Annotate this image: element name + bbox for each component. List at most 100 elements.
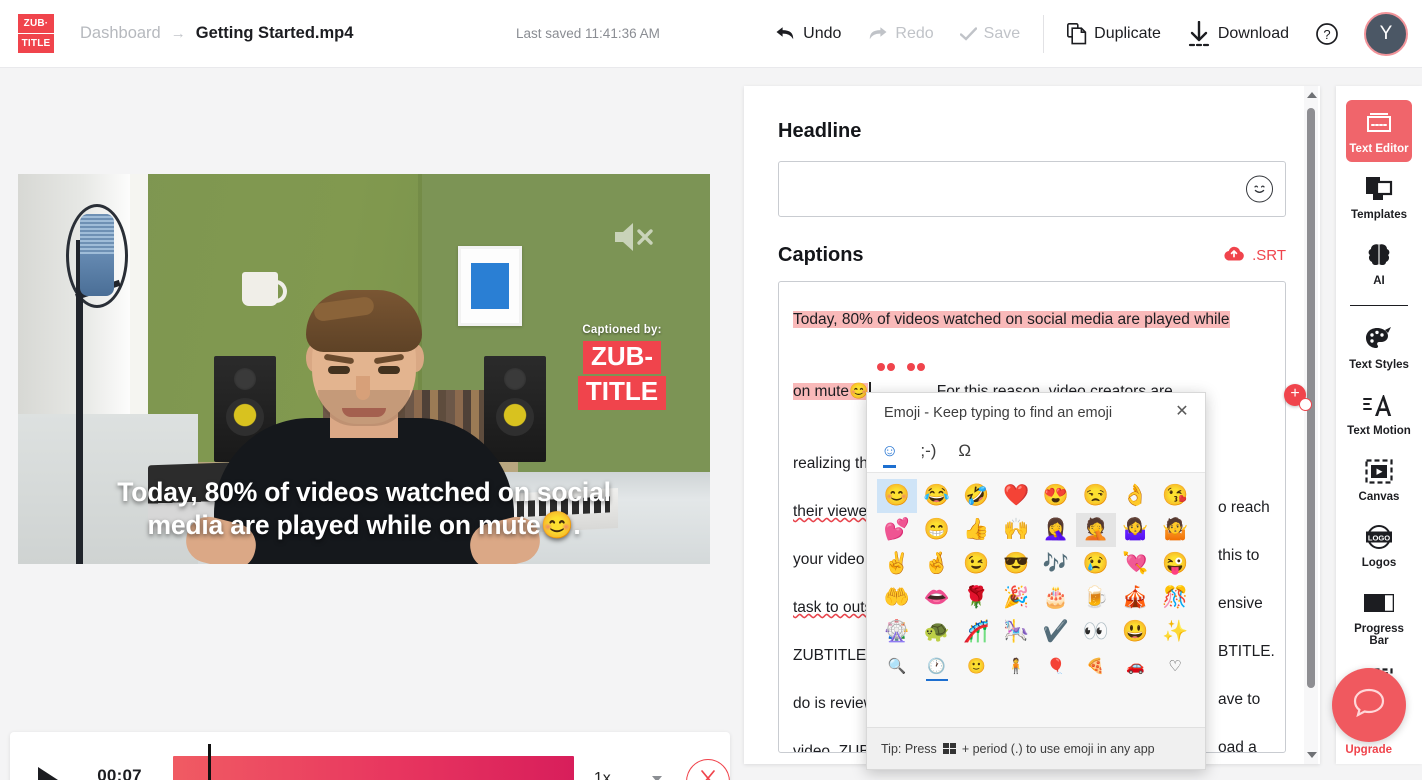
- panel-scrollbar[interactable]: [1304, 86, 1318, 764]
- emoji-item[interactable]: 😁: [917, 513, 957, 547]
- sidebar-item-text-styles[interactable]: Text Styles: [1346, 316, 1412, 378]
- category-symbols-icon[interactable]: ♡: [1155, 651, 1195, 681]
- emoji-item[interactable]: 🌹: [957, 581, 997, 615]
- emoji-item[interactable]: 🎪: [1116, 581, 1156, 615]
- emoji-item[interactable]: 🎠: [996, 615, 1036, 649]
- emoji-item[interactable]: 😉: [957, 547, 997, 581]
- tab-symbols[interactable]: Ω: [958, 441, 971, 465]
- emoji-item[interactable]: 😎: [996, 547, 1036, 581]
- play-button[interactable]: [36, 766, 60, 780]
- emoji-item[interactable]: 🎶: [1036, 547, 1076, 581]
- toolbar-divider: [1043, 14, 1045, 53]
- sidebar-item-ai[interactable]: AI: [1346, 232, 1412, 294]
- category-people-icon[interactable]: 🧍: [996, 651, 1036, 681]
- download-button[interactable]: Download: [1174, 14, 1302, 54]
- category-smileys-icon[interactable]: 🙂: [957, 651, 997, 681]
- emoji-picker-button[interactable]: [1246, 175, 1273, 203]
- sidebar-item-text-editor[interactable]: Text Editor: [1346, 100, 1412, 162]
- breadcrumb-arrow-icon: →: [170, 25, 186, 42]
- emoji-picker-tip: Tip: Press + period (.) to use emoji in …: [867, 727, 1205, 769]
- help-button[interactable]: ?: [1302, 14, 1352, 54]
- support-chat-button[interactable]: [1332, 668, 1406, 742]
- emoji-item[interactable]: 😘: [1155, 479, 1195, 513]
- breadcrumb-dashboard-link[interactable]: Dashboard: [80, 24, 161, 43]
- sidebar-label: Text Editor: [1349, 143, 1409, 155]
- close-icon[interactable]: ✕: [1171, 401, 1193, 423]
- emoji-item[interactable]: 👍: [957, 513, 997, 547]
- trim-button[interactable]: [685, 759, 730, 780]
- timeline-track[interactable]: [173, 744, 574, 780]
- breadcrumb-filename[interactable]: Getting Started.mp4: [196, 24, 354, 43]
- scroll-down-arrow-icon[interactable]: [1307, 752, 1317, 758]
- category-recent-icon[interactable]: 🕐: [917, 651, 957, 681]
- emoji-item[interactable]: 😃: [1116, 615, 1156, 649]
- emoji-item[interactable]: 😍: [1036, 479, 1076, 513]
- duplicate-button[interactable]: Duplicate: [1054, 14, 1174, 54]
- emoji-item[interactable]: 🙌: [996, 513, 1036, 547]
- emoji-item[interactable]: ✔️: [1036, 615, 1076, 649]
- time-display: 00:07 00:00-01:18: [78, 766, 161, 780]
- emoji-item[interactable]: 🎂: [1036, 581, 1076, 615]
- emoji-item[interactable]: 🎢: [957, 615, 997, 649]
- emoji-item[interactable]: 🤲: [877, 581, 917, 615]
- sidebar-item-canvas[interactable]: Canvas: [1346, 448, 1412, 510]
- mute-icon[interactable]: [612, 220, 656, 259]
- emoji-item[interactable]: 😢: [1076, 547, 1116, 581]
- emoji-item[interactable]: 👀: [1076, 615, 1116, 649]
- redo-button[interactable]: Redo: [854, 14, 946, 54]
- emoji-item[interactable]: 🤷: [1155, 513, 1195, 547]
- category-search-icon[interactable]: 🔍: [877, 651, 917, 681]
- tab-kaomoji[interactable]: ;-): [920, 441, 936, 465]
- upload-srt-button[interactable]: .SRT: [1223, 245, 1286, 266]
- sidebar-item-text-motion[interactable]: Text Motion: [1346, 382, 1412, 444]
- upgrade-label[interactable]: Upgrade: [1345, 744, 1392, 756]
- tip-suffix: + period (.) to use emoji in any app: [961, 741, 1155, 756]
- emoji-item[interactable]: 💕: [877, 513, 917, 547]
- playhead[interactable]: [208, 744, 212, 780]
- scroll-up-arrow-icon[interactable]: [1307, 92, 1317, 98]
- emoji-item[interactable]: 👌: [1116, 479, 1156, 513]
- emoji-item[interactable]: 😜: [1155, 547, 1195, 581]
- emoji-item[interactable]: 🎉: [996, 581, 1036, 615]
- sidebar-item-logos[interactable]: LOGO Logos: [1346, 514, 1412, 576]
- emoji-item[interactable]: 🎡: [877, 615, 917, 649]
- emoji-item[interactable]: 🐢: [917, 615, 957, 649]
- avatar[interactable]: Y: [1364, 11, 1408, 56]
- category-food-icon[interactable]: 🍕: [1076, 651, 1116, 681]
- emoji-item[interactable]: ✨: [1155, 615, 1195, 649]
- category-travel-icon[interactable]: 🚗: [1116, 651, 1156, 681]
- sidebar-label: Canvas: [1358, 491, 1400, 503]
- playback-speed-select[interactable]: 1x: [592, 770, 664, 780]
- undo-button[interactable]: Undo: [762, 14, 854, 54]
- headline-input[interactable]: [778, 161, 1286, 217]
- emoji-item[interactable]: 🎊: [1155, 581, 1195, 615]
- app-logo[interactable]: ZUB· TITLE: [18, 14, 54, 54]
- tab-emoji[interactable]: ☺: [881, 441, 898, 468]
- emoji-item[interactable]: 🍺: [1076, 581, 1116, 615]
- emoji-item[interactable]: ✌️: [877, 547, 917, 581]
- emoji-item[interactable]: 💘: [1116, 547, 1156, 581]
- emoji-item[interactable]: 😒: [1076, 479, 1116, 513]
- emoji-item[interactable]: 🤞: [917, 547, 957, 581]
- emoji-item[interactable]: 🤷‍♀️: [1116, 513, 1156, 547]
- save-label: Save: [983, 24, 1021, 42]
- sidebar-item-templates[interactable]: Templates: [1346, 166, 1412, 228]
- emoji-item[interactable]: 🤣: [957, 479, 997, 513]
- emoji-item[interactable]: 😊: [877, 479, 917, 513]
- chevron-down-icon: [651, 776, 662, 780]
- emoji-item[interactable]: 🤦: [1075, 513, 1116, 547]
- caption-text: realizing th: [793, 455, 868, 472]
- emoji-item[interactable]: 🤦‍♀️: [1036, 513, 1076, 547]
- emoji-picker-tabs: ☺ ;-) Ω: [867, 433, 1205, 473]
- add-caption-block-button[interactable]: +: [1284, 384, 1312, 411]
- download-label: Download: [1217, 24, 1289, 42]
- sidebar-label: Logos: [1361, 557, 1397, 569]
- emoji-item[interactable]: 😂: [917, 479, 957, 513]
- save-button[interactable]: Save: [947, 14, 1033, 54]
- sidebar-item-progress-bar[interactable]: Progress Bar: [1346, 580, 1412, 654]
- emoji-item[interactable]: ❤️: [996, 479, 1036, 513]
- video-preview[interactable]: Captioned by: ZUB- TITLE Today, 80% of v…: [18, 174, 710, 564]
- category-celebration-icon[interactable]: 🎈: [1036, 651, 1076, 681]
- emoji-picker-title: Emoji - Keep typing to find an emoji: [884, 405, 1113, 421]
- emoji-item[interactable]: 👄: [917, 581, 957, 615]
